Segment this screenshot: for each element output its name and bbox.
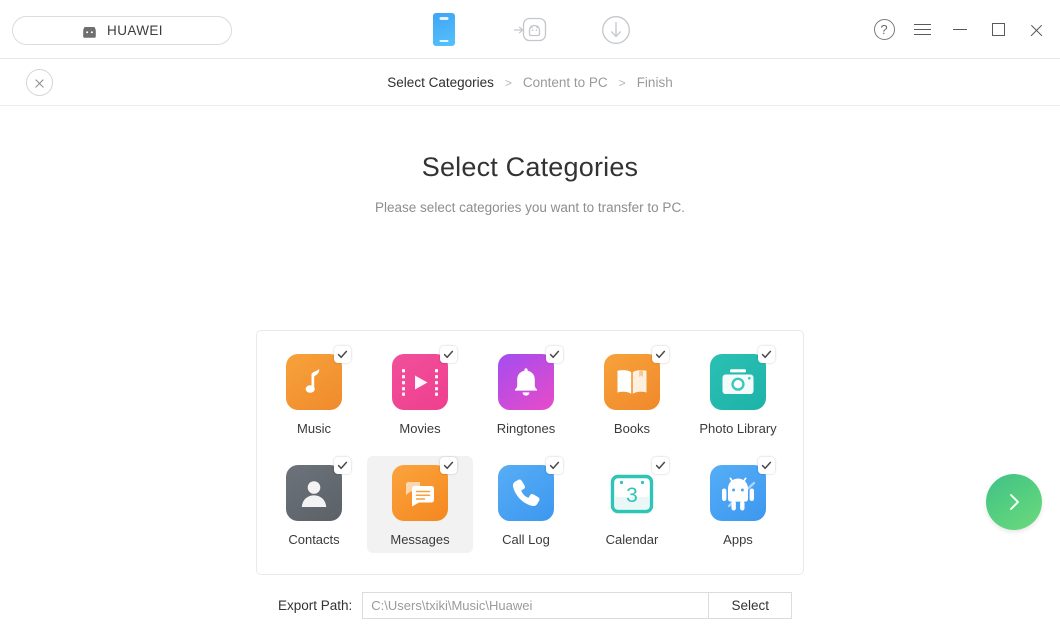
minimize-icon: [953, 28, 967, 31]
device-name-label: HUAWEI: [107, 23, 163, 38]
close-icon: [1029, 22, 1044, 37]
message-bubble-icon: [392, 465, 448, 521]
category-apps[interactable]: Apps: [685, 456, 791, 553]
page-subtitle: Please select categories you want to tra…: [375, 200, 685, 215]
checkbox-checked-icon[interactable]: [440, 346, 457, 363]
checkbox-checked-icon[interactable]: [334, 457, 351, 474]
category-messages[interactable]: Messages: [367, 456, 473, 553]
svg-text:3: 3: [626, 484, 638, 507]
checkbox-checked-icon[interactable]: [546, 346, 563, 363]
breadcrumb-step-select-categories[interactable]: Select Categories: [387, 75, 494, 90]
select-path-button[interactable]: Select: [708, 592, 793, 619]
music-note-icon: [286, 354, 342, 410]
category-icon-wrapper: [604, 346, 669, 410]
category-row-2: Contacts Messages Call Log 3 Calendar Apps: [257, 442, 803, 553]
category-label: Photo Library: [699, 421, 777, 436]
phone-handset-icon: [498, 465, 554, 521]
export-path-input[interactable]: [362, 592, 709, 619]
category-icon-wrapper: [286, 457, 351, 521]
calendar-icon: 3: [604, 465, 660, 521]
category-contacts[interactable]: Contacts: [261, 456, 367, 553]
breadcrumb-step-content-to-pc[interactable]: Content to PC: [523, 75, 608, 90]
import-to-android-icon[interactable]: [510, 10, 550, 50]
category-panel: Music Movies Ringtones Books Photo Library C…: [256, 330, 804, 575]
application-window: HUAWEI ? Select Categories > Content to …: [0, 0, 1060, 640]
category-music[interactable]: Music: [261, 345, 367, 442]
export-path-row: Export Path: Select: [278, 592, 793, 619]
breadcrumb-separator: >: [618, 75, 626, 90]
next-button[interactable]: [986, 474, 1042, 530]
category-row-1: Music Movies Ringtones Books Photo Library: [257, 331, 803, 442]
checkbox-checked-icon[interactable]: [334, 346, 351, 363]
film-play-icon: [392, 354, 448, 410]
checkbox-checked-icon[interactable]: [546, 457, 563, 474]
category-label: Ringtones: [496, 421, 556, 436]
category-label: Contacts: [288, 532, 340, 547]
category-call-log[interactable]: Call Log: [473, 456, 579, 553]
main-content: Select Categories Please select categori…: [0, 152, 1060, 640]
category-icon-wrapper: [498, 457, 563, 521]
category-icon-wrapper: [392, 457, 457, 521]
android-robot-icon: [710, 465, 766, 521]
category-label: Apps: [723, 532, 753, 547]
hamburger-icon: [913, 23, 931, 36]
export-path-label: Export Path:: [278, 598, 353, 613]
android-head-icon: [81, 24, 98, 38]
checkbox-checked-icon[interactable]: [652, 457, 669, 474]
title-bar: HUAWEI ?: [0, 0, 1060, 59]
close-button[interactable]: [1024, 18, 1048, 42]
device-manager-icon[interactable]: [424, 10, 464, 50]
maximize-button[interactable]: [986, 18, 1010, 42]
category-label: Movies: [399, 421, 441, 436]
category-icon-wrapper: [710, 457, 775, 521]
category-label: Call Log: [502, 532, 550, 547]
category-ringtones[interactable]: Ringtones: [473, 345, 579, 442]
checkbox-checked-icon[interactable]: [758, 346, 775, 363]
minimize-button[interactable]: [948, 18, 972, 42]
checkbox-checked-icon[interactable]: [440, 457, 457, 474]
breadcrumb: Select Categories > Content to PC > Fini…: [0, 59, 1060, 106]
maximize-icon: [991, 23, 1005, 36]
breadcrumb-separator: >: [504, 75, 512, 90]
download-icon[interactable]: [596, 10, 636, 50]
camera-icon: [710, 354, 766, 410]
person-icon: [286, 465, 342, 521]
category-label: Messages: [390, 532, 450, 547]
bell-icon: [498, 354, 554, 410]
chevron-right-icon: [1010, 494, 1019, 510]
category-label: Calendar: [605, 532, 659, 547]
category-calendar[interactable]: 3 Calendar: [579, 456, 685, 553]
checkbox-checked-icon[interactable]: [652, 346, 669, 363]
checkbox-checked-icon[interactable]: [758, 457, 775, 474]
category-icon-wrapper: [286, 346, 351, 410]
category-icon-wrapper: 3: [604, 457, 669, 521]
device-selector[interactable]: HUAWEI: [12, 16, 232, 45]
window-controls: ?: [872, 0, 1048, 59]
category-icon-wrapper: [498, 346, 563, 410]
category-books[interactable]: Books: [579, 345, 685, 442]
help-icon: ?: [873, 19, 895, 40]
category-label: Books: [613, 421, 651, 436]
breadcrumb-bar: Select Categories > Content to PC > Fini…: [0, 59, 1060, 106]
category-icon-wrapper: [392, 346, 457, 410]
category-icon-wrapper: [710, 346, 775, 410]
help-button[interactable]: ?: [872, 18, 896, 42]
open-book-icon: [604, 354, 660, 410]
page-title: Select Categories: [421, 152, 639, 182]
menu-button[interactable]: [910, 18, 934, 42]
category-label: Music: [297, 421, 331, 436]
breadcrumb-step-finish[interactable]: Finish: [637, 75, 673, 90]
category-movies[interactable]: Movies: [367, 345, 473, 442]
category-photo-library[interactable]: Photo Library: [685, 345, 791, 442]
